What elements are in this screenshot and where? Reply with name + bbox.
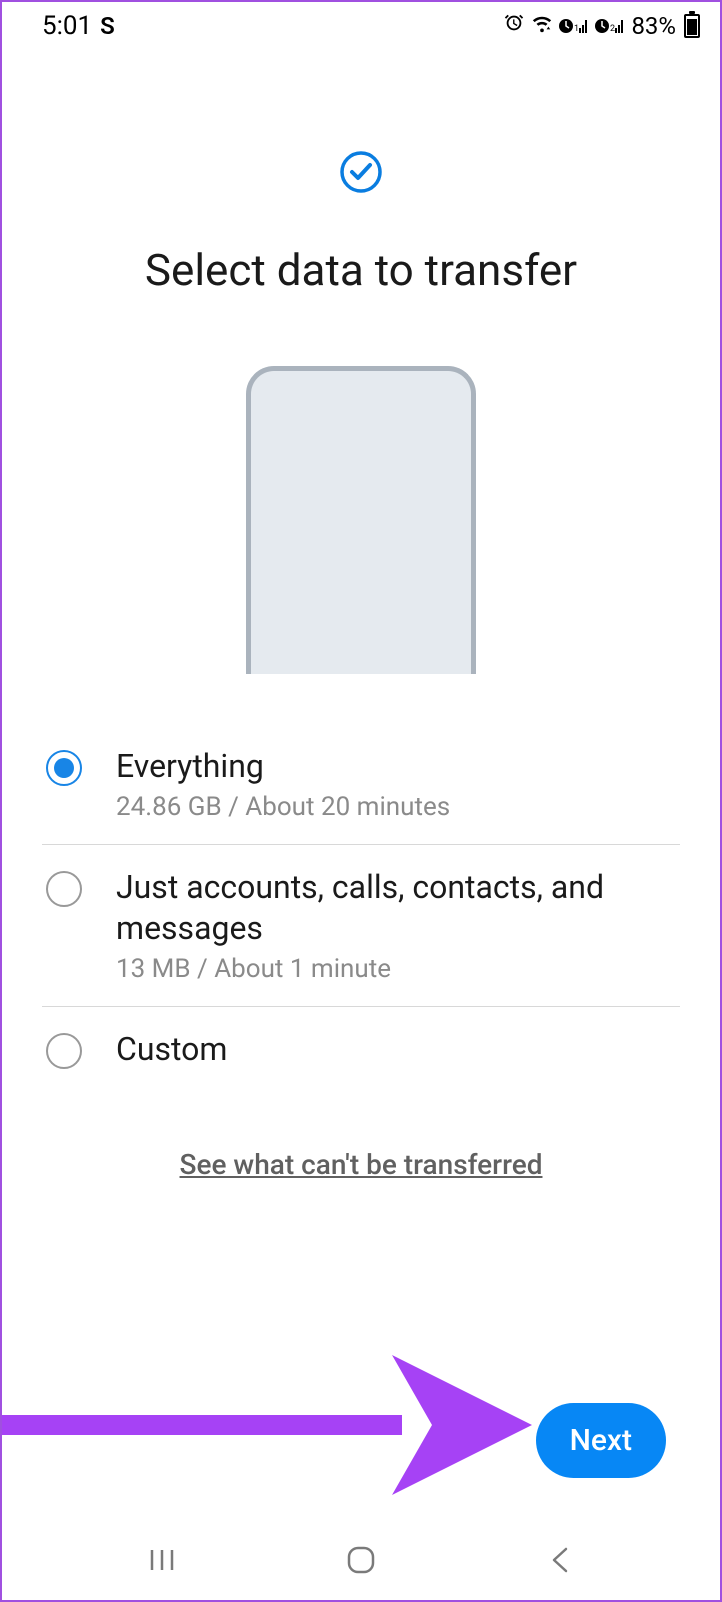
page-title: Select data to transfer: [145, 244, 577, 296]
option-subtitle: 24.86 GB / About 20 minutes: [116, 792, 680, 822]
option-text: Custom: [116, 1029, 680, 1071]
status-time: 5:01: [42, 11, 92, 41]
sim2-icon: 2: [595, 16, 625, 36]
svg-text:2: 2: [610, 24, 615, 34]
radio-accounts[interactable]: [46, 871, 82, 907]
battery-icon: [684, 14, 700, 38]
radio-everything[interactable]: [46, 750, 82, 786]
option-text: Just accounts, calls, contacts, and mess…: [116, 867, 680, 984]
option-subtitle: 13 MB / About 1 minute: [116, 954, 680, 984]
option-everything[interactable]: Everything 24.86 GB / About 20 minutes: [42, 724, 680, 845]
cant-transfer-link[interactable]: See what can't be transferred: [180, 1148, 543, 1181]
next-button[interactable]: Next: [536, 1403, 666, 1478]
main-content: Select data to transfer Everything 24.86…: [2, 50, 720, 1181]
status-bar: 5:01 S 1 2: [2, 2, 720, 50]
wifi-icon: [531, 12, 553, 40]
radio-custom[interactable]: [46, 1033, 82, 1069]
battery-percent: 83%: [631, 12, 676, 40]
nav-bar: [2, 1530, 720, 1600]
option-title: Everything: [116, 746, 680, 788]
link-row: See what can't be transferred: [180, 1148, 543, 1181]
nav-recents-button[interactable]: [142, 1545, 182, 1575]
annotation-arrow-icon: [2, 1355, 532, 1495]
alarm-icon: [503, 12, 525, 40]
sim1-icon: 1: [559, 16, 589, 36]
status-app-indicator: S: [100, 12, 115, 40]
svg-text:1: 1: [574, 24, 579, 34]
check-circle-icon: [339, 150, 383, 194]
option-title: Custom: [116, 1029, 680, 1071]
option-accounts-calls-contacts-messages[interactable]: Just accounts, calls, contacts, and mess…: [42, 845, 680, 1007]
status-right: 1 2 83%: [503, 12, 700, 40]
option-custom[interactable]: Custom: [42, 1007, 680, 1093]
phone-illustration: [246, 366, 476, 674]
nav-back-button[interactable]: [540, 1545, 580, 1575]
option-text: Everything 24.86 GB / About 20 minutes: [116, 746, 680, 822]
options-list: Everything 24.86 GB / About 20 minutes J…: [32, 724, 690, 1092]
status-left: 5:01 S: [42, 11, 115, 41]
option-title: Just accounts, calls, contacts, and mess…: [116, 867, 680, 950]
nav-home-button[interactable]: [341, 1545, 381, 1575]
